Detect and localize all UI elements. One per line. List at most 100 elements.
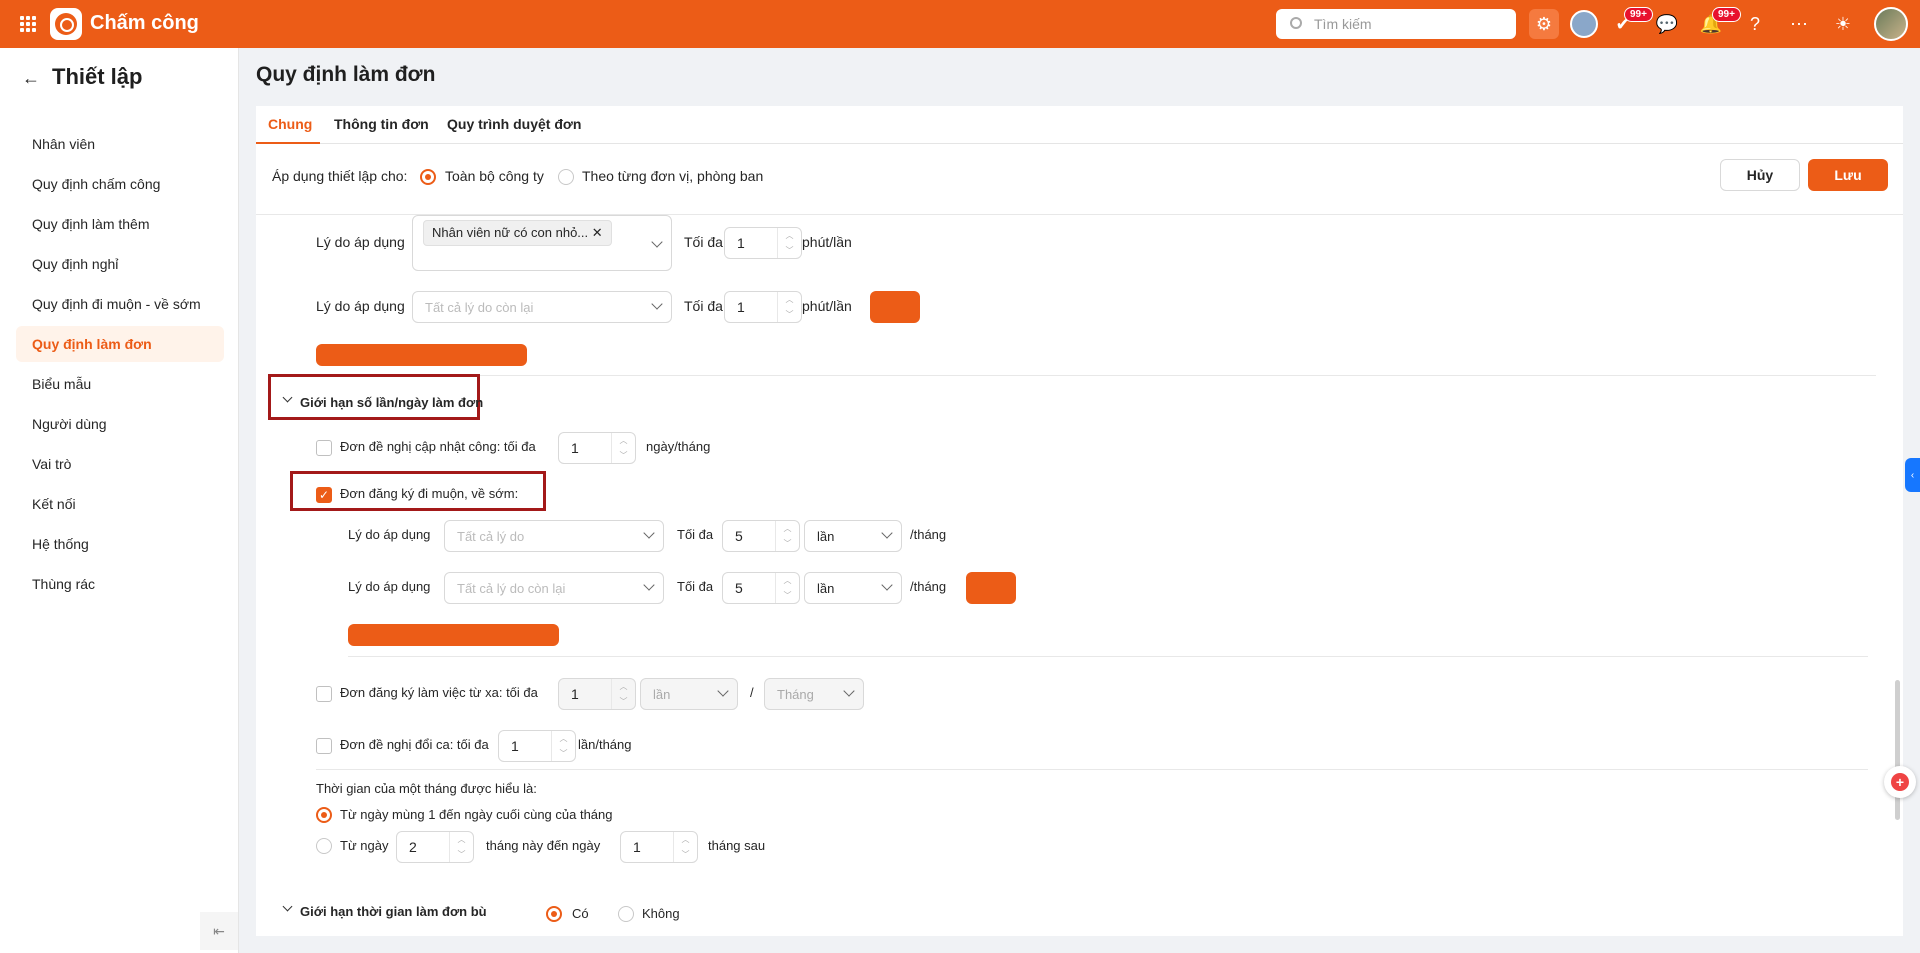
- chevron-down-icon: [643, 579, 655, 591]
- save-button[interactable]: Lưu: [1808, 159, 1888, 191]
- apply-unit-radio[interactable]: [558, 169, 574, 185]
- sidebar-item-request-rules[interactable]: Quy định làm đơn: [16, 326, 224, 362]
- reason-multiselect[interactable]: Nhân viên nữ có con nhỏ... ✕: [412, 215, 672, 271]
- minutes-input[interactable]: 1 ︿ ﹀: [724, 291, 802, 323]
- count-input[interactable]: 5 ︿ ﹀: [722, 572, 800, 604]
- minutes-input[interactable]: 1 ︿ ﹀: [724, 227, 802, 259]
- back-arrow-icon[interactable]: ←: [22, 68, 40, 89]
- sidebar-item-late-early-rules[interactable]: Quy định đi muộn - về sớm: [16, 286, 224, 322]
- expand-panel-tab[interactable]: ‹: [1905, 458, 1920, 492]
- chat-button[interactable]: 💬: [1652, 9, 1682, 39]
- close-icon[interactable]: ✕: [592, 225, 603, 240]
- compensation-yes-radio[interactable]: [546, 906, 562, 922]
- search-placeholder: Tìm kiếm: [1314, 16, 1372, 32]
- cancel-button[interactable]: Hủy: [1720, 159, 1800, 191]
- update-request-unit: ngày/tháng: [646, 439, 711, 454]
- reason-select[interactable]: Tất cả lý do: [444, 520, 664, 552]
- compensation-yes-label[interactable]: Có: [572, 906, 589, 921]
- month-def-option2-radio[interactable]: [316, 838, 332, 854]
- stepper[interactable]: ︿ ﹀: [449, 832, 473, 862]
- month-def-option1-label[interactable]: Từ ngày mùng 1 đến ngày cuối cùng của th…: [340, 807, 613, 822]
- user-status-avatar[interactable]: [1570, 10, 1598, 38]
- compensation-no-radio[interactable]: [618, 906, 634, 922]
- chevron-down-icon[interactable]: [282, 901, 293, 912]
- tab-general[interactable]: Chung: [268, 116, 312, 132]
- update-request-input[interactable]: 1 ︿ ﹀: [558, 432, 636, 464]
- add-reason-button[interactable]: [316, 344, 527, 366]
- compensation-no-label[interactable]: Không: [642, 906, 680, 921]
- sidebar-item-trash[interactable]: Thùng rác: [16, 566, 224, 602]
- unit-value: lần: [817, 528, 835, 544]
- remote-unit-select[interactable]: lần: [640, 678, 738, 710]
- stepper[interactable]: ︿ ﹀: [611, 433, 635, 463]
- apply-unit-label[interactable]: Theo từng đơn vị, phòng ban: [582, 168, 763, 184]
- stepper[interactable]: ︿ ﹀: [551, 731, 575, 761]
- month-def-option1-radio[interactable]: [316, 807, 332, 823]
- max-label: Tối đa: [677, 579, 714, 594]
- scrollbar-thumb[interactable]: [1895, 680, 1900, 820]
- stepper[interactable]: ︿ ﹀: [775, 521, 799, 551]
- delete-row-button[interactable]: [870, 291, 920, 323]
- help-button[interactable]: ?: [1740, 9, 1770, 39]
- stepper[interactable]: ︿ ﹀: [775, 573, 799, 603]
- delete-row-button[interactable]: [966, 572, 1016, 604]
- unit-select[interactable]: lần: [804, 520, 902, 552]
- tasks-button[interactable]: ✔ 99+: [1608, 7, 1653, 39]
- sidebar-item-employees[interactable]: Nhân viên: [16, 126, 224, 162]
- tab-request-info[interactable]: Thông tin đơn: [334, 116, 429, 132]
- sidebar-item-roles[interactable]: Vai trò: [16, 446, 224, 482]
- add-reason-button[interactable]: [348, 624, 559, 646]
- sidebar-item-leave-rules[interactable]: Quy định nghỉ: [16, 246, 224, 282]
- sidebar-item-connections[interactable]: Kết nối: [16, 486, 224, 522]
- reason-select[interactable]: Tất cả lý do còn lại: [444, 572, 664, 604]
- month-def-option2-mid: tháng này đến ngày: [486, 838, 601, 853]
- compensation-section-title[interactable]: Giới hạn thời gian làm đơn bù: [300, 904, 487, 919]
- reason-label: Lý do áp dụng: [348, 527, 431, 542]
- announcement-button[interactable]: ☀: [1828, 9, 1858, 39]
- apply-all-label[interactable]: Toàn bộ công ty: [445, 168, 544, 184]
- reason-select[interactable]: Tất cả lý do còn lại: [412, 291, 672, 323]
- sidebar-item-forms[interactable]: Biểu mẫu: [16, 366, 224, 402]
- sidebar-item-users[interactable]: Người dùng: [16, 406, 224, 442]
- settings-button[interactable]: ⚙: [1529, 9, 1559, 39]
- remote-period-select[interactable]: Tháng: [764, 678, 864, 710]
- max-label: Tối đa: [684, 298, 723, 314]
- stepper[interactable]: ︿ ﹀: [777, 292, 801, 322]
- sidebar-item-system[interactable]: Hệ thống: [16, 526, 224, 562]
- apply-all-radio[interactable]: [420, 169, 436, 185]
- notifications-button[interactable]: 🔔 99+: [1696, 7, 1741, 39]
- shift-swap-checkbox[interactable]: [316, 738, 332, 754]
- sidebar-item-timekeeping-rules[interactable]: Quy định chấm công: [16, 166, 224, 202]
- reason-tag: Nhân viên nữ có con nhỏ... ✕: [423, 220, 612, 246]
- month-def-option2-suffix: tháng sau: [708, 838, 766, 853]
- tab-bar: Chung Thông tin đơn Quy trình duyệt đơn: [256, 106, 1903, 144]
- count-input[interactable]: 5 ︿ ﹀: [722, 520, 800, 552]
- reason-placeholder: Tất cả lý do: [457, 528, 525, 544]
- stepper[interactable]: ︿ ﹀: [611, 679, 635, 709]
- update-request-checkbox[interactable]: [316, 440, 332, 456]
- tab-approval-flow[interactable]: Quy trình duyệt đơn: [447, 116, 581, 132]
- sidebar-item-overtime-rules[interactable]: Quy định làm thêm: [16, 206, 224, 242]
- remote-count-input[interactable]: 1 ︿ ﹀: [558, 678, 636, 710]
- chevron-down-icon: [843, 685, 855, 697]
- stepper[interactable]: ︿ ﹀: [777, 228, 801, 258]
- more-button[interactable]: ⋯: [1784, 9, 1814, 39]
- month-from-input[interactable]: 2 ︿ ﹀: [396, 831, 474, 863]
- separator: /: [750, 685, 754, 700]
- floating-action-button[interactable]: +: [1884, 766, 1916, 798]
- stepper[interactable]: ︿ ﹀: [673, 832, 697, 862]
- search-input[interactable]: Tìm kiếm: [1276, 9, 1516, 39]
- user-avatar[interactable]: [1874, 7, 1908, 41]
- limit-section-title[interactable]: Giới hạn số lần/ngày làm đơn: [300, 395, 483, 410]
- late-early-checkbox[interactable]: ✓: [316, 487, 332, 503]
- remote-checkbox[interactable]: [316, 686, 332, 702]
- shift-swap-input[interactable]: 1 ︿ ﹀: [498, 730, 576, 762]
- app-grid-icon[interactable]: [20, 16, 36, 32]
- sunrise-icon: ☀: [1834, 13, 1852, 34]
- month-def-option2-prefix: Từ ngày: [340, 838, 389, 853]
- unit-value: lần: [817, 580, 835, 596]
- chevron-down-icon: [643, 527, 655, 539]
- month-to-input[interactable]: 1 ︿ ﹀: [620, 831, 698, 863]
- unit-select[interactable]: lần: [804, 572, 902, 604]
- collapse-sidebar-icon[interactable]: ⇤: [200, 912, 238, 950]
